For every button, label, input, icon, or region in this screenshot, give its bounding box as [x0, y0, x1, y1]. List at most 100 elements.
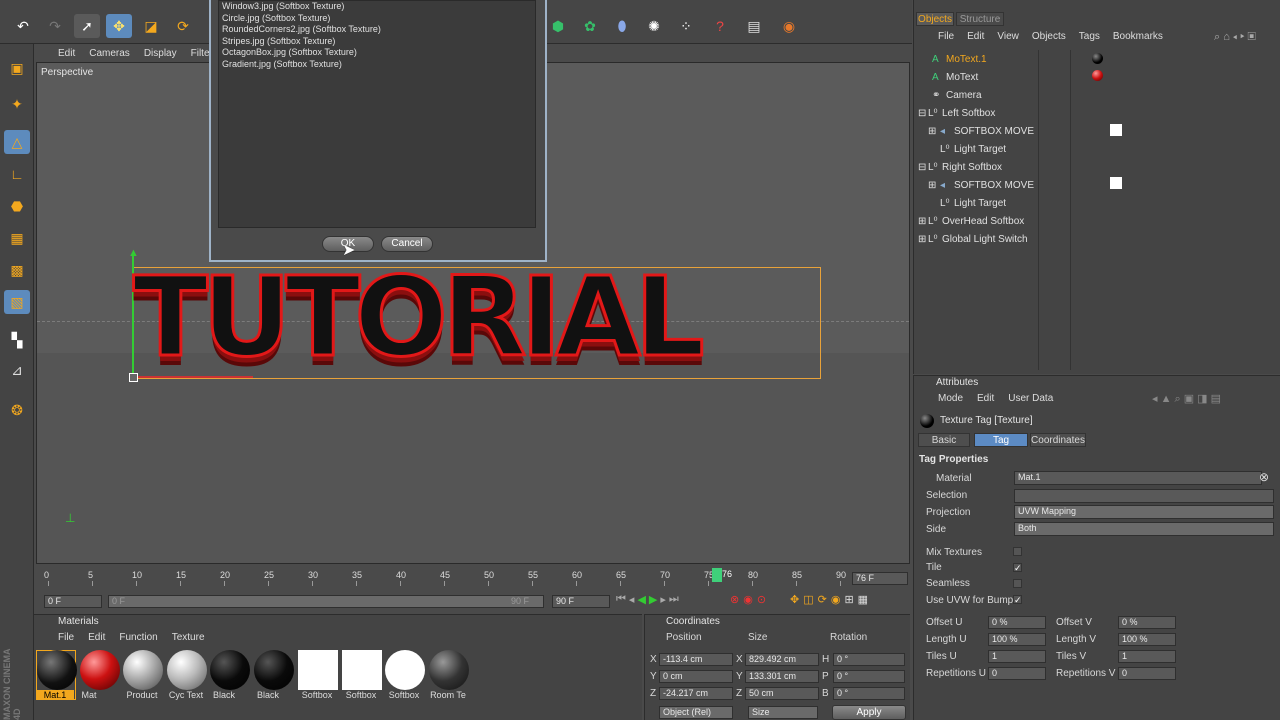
texture-list-item[interactable]: Window3.jpg (Softbox Texture) — [222, 1, 532, 13]
cube-primitive-icon[interactable]: ⬢ — [545, 14, 571, 38]
tiles-u-field[interactable]: 1 — [988, 650, 1046, 663]
tab-tag[interactable]: Tag — [974, 433, 1028, 447]
coordinate-mode-select[interactable]: Object (Rel) — [659, 706, 733, 719]
points-mode-icon[interactable]: ✦ — [4, 92, 30, 116]
timeline[interactable] — [36, 566, 910, 592]
objects-menu-objects[interactable]: Objects — [1032, 31, 1066, 42]
expand-icon[interactable]: ⊞ — [918, 234, 928, 245]
range-slider[interactable]: 0 F 90 F — [108, 595, 544, 608]
select-arrow-icon[interactable]: ➚ — [74, 14, 100, 38]
start-frame-field[interactable]: 0 F — [44, 595, 102, 608]
objects-search-icon[interactable]: ⌕ ⌂ ◂ ▸ ▣ — [1214, 31, 1256, 44]
material-swatch[interactable] — [123, 650, 163, 690]
key-rotate-icon[interactable]: ⟳ — [818, 593, 827, 606]
material-swatch[interactable] — [298, 650, 338, 690]
materials-menu-file[interactable]: File — [58, 632, 74, 643]
objects-menu-view[interactable]: View — [997, 31, 1019, 42]
cancel-button[interactable]: Cancel — [381, 236, 433, 252]
length-u-field[interactable]: 100 % — [988, 633, 1046, 646]
objects-menu-file[interactable]: File — [938, 31, 954, 42]
layout-icon[interactable]: ▣ — [4, 56, 30, 80]
tab-objects[interactable]: Objects — [916, 12, 954, 26]
snap-icon[interactable]: ⊿ — [4, 358, 30, 382]
autokey-icon[interactable]: ◉ — [743, 593, 753, 606]
key-param-icon[interactable]: ◉ — [831, 593, 841, 606]
edges-mode-icon[interactable]: △ — [4, 130, 30, 154]
go-start-icon[interactable]: ⏮ — [616, 593, 626, 606]
material-swatch[interactable] — [37, 650, 77, 690]
mix-textures-checkbox[interactable] — [1013, 547, 1022, 556]
material-swatch[interactable] — [210, 650, 250, 690]
z-position-field[interactable]: -24.217 cm — [659, 687, 733, 700]
undo-icon[interactable]: ↶ — [10, 14, 36, 38]
tree-item-overhead-softbox[interactable]: ⊞ L⁰ OverHead Softbox — [916, 212, 1278, 230]
move-icon[interactable]: ✥ — [106, 14, 132, 38]
selection-field[interactable] — [1014, 489, 1274, 503]
viewport-menu-display[interactable]: Display — [144, 48, 177, 59]
h-rotation-field[interactable]: 0 ° — [833, 653, 905, 666]
prev-key-icon[interactable]: ◂ — [629, 593, 635, 606]
workplane-icon[interactable]: ▧ — [4, 290, 30, 314]
white-tag-icon[interactable] — [1110, 124, 1122, 136]
seamless-checkbox[interactable] — [1013, 579, 1022, 588]
expand-icon[interactable]: ⊞ — [918, 216, 928, 227]
x-position-field[interactable]: -113.4 cm — [659, 653, 733, 666]
repetitions-v-field[interactable]: 0 — [1118, 667, 1176, 680]
offset-u-field[interactable]: 0 % — [988, 616, 1046, 629]
key-move-icon[interactable]: ✥ — [790, 593, 799, 606]
polygon-mode-icon[interactable]: ⬣ — [4, 194, 30, 218]
material-pick-icon[interactable]: ⊗ — [1259, 470, 1269, 484]
tab-structure[interactable]: Structure — [956, 12, 1004, 26]
length-v-field[interactable]: 100 % — [1118, 633, 1176, 646]
timeline-playhead[interactable] — [712, 568, 722, 582]
texture-list-item[interactable]: Stripes.jpg (Softbox Texture) — [222, 36, 532, 48]
y-size-field[interactable]: 133.301 cm — [745, 670, 819, 683]
record-icon[interactable]: ⊗ — [730, 593, 739, 606]
expand-icon[interactable]: ⊞ — [928, 180, 940, 191]
materials-menu-texture[interactable]: Texture — [172, 632, 205, 643]
repetitions-u-field[interactable]: 0 — [988, 667, 1046, 680]
texture-mode-icon[interactable]: ▩ — [4, 258, 30, 282]
texture-list-item[interactable]: OctagonBox.jpg (Softbox Texture) — [222, 47, 532, 59]
size-mode-select[interactable]: Size — [748, 706, 818, 719]
key-pla-icon[interactable]: ⊞ — [844, 593, 853, 606]
tree-item-global-light-switch[interactable]: ⊞ L⁰ Global Light Switch — [916, 230, 1278, 248]
play-icon[interactable]: ▶ — [649, 593, 657, 606]
tab-coordinates[interactable]: Coordinates — [1030, 433, 1086, 447]
key-scale-icon[interactable]: ◫ — [803, 593, 813, 606]
tab-basic[interactable]: Basic — [918, 433, 970, 447]
b-rotation-field[interactable]: 0 ° — [833, 687, 905, 700]
material-field[interactable]: Mat.1 — [1014, 471, 1262, 485]
tree-item-light-target-right[interactable]: L⁰ Light Target — [916, 194, 1278, 212]
attributes-nav-icon[interactable]: ◂ ▲ ⌕ ▣ ◨ ▤ — [1152, 392, 1221, 406]
texture-list[interactable]: Window3.jpg (Softbox Texture) Circle.jpg… — [218, 0, 536, 228]
sculpt-icon[interactable]: ❂ — [4, 398, 30, 422]
tree-item-camera[interactable]: ⚭ Camera — [916, 86, 1278, 104]
y-position-field[interactable]: 0 cm — [659, 670, 733, 683]
keyframe-icon[interactable]: ⊙ — [757, 593, 766, 606]
axis-mode-icon[interactable]: ∟ — [4, 162, 30, 186]
tree-item-softbox-move-left[interactable]: ⊞ ◂ SOFTBOX MOVE — [916, 122, 1278, 140]
material-swatch[interactable] — [167, 650, 207, 690]
z-size-field[interactable]: 50 cm — [745, 687, 819, 700]
objects-menu-edit[interactable]: Edit — [967, 31, 984, 42]
p-rotation-field[interactable]: 0 ° — [833, 670, 905, 683]
material-swatch[interactable] — [254, 650, 294, 690]
material-tag-icon[interactable] — [1092, 70, 1103, 81]
material-swatch[interactable] — [342, 650, 382, 690]
render-icon[interactable]: ◉ — [776, 14, 802, 38]
expand-icon[interactable]: ⊟ — [918, 108, 928, 119]
scale-icon[interactable]: ◪ — [138, 14, 164, 38]
checker-icon[interactable]: ▚ — [4, 328, 30, 352]
rotate-icon[interactable]: ⟳ — [170, 14, 196, 38]
apply-button[interactable]: Apply — [832, 705, 906, 720]
current-frame-field[interactable]: 76 F — [852, 572, 908, 585]
scene-icon[interactable]: ✺ — [641, 14, 667, 38]
timeline-menu-icon[interactable]: ▦ — [858, 593, 868, 606]
nurbs-icon[interactable]: ✿ — [577, 14, 603, 38]
attributes-menu-mode[interactable]: Mode — [938, 393, 963, 404]
expand-icon[interactable]: ⊟ — [918, 162, 928, 173]
texture-list-item[interactable]: Circle.jpg (Softbox Texture) — [222, 13, 532, 25]
material-tag-icon[interactable] — [1092, 53, 1103, 64]
side-select[interactable]: Both — [1014, 522, 1274, 536]
